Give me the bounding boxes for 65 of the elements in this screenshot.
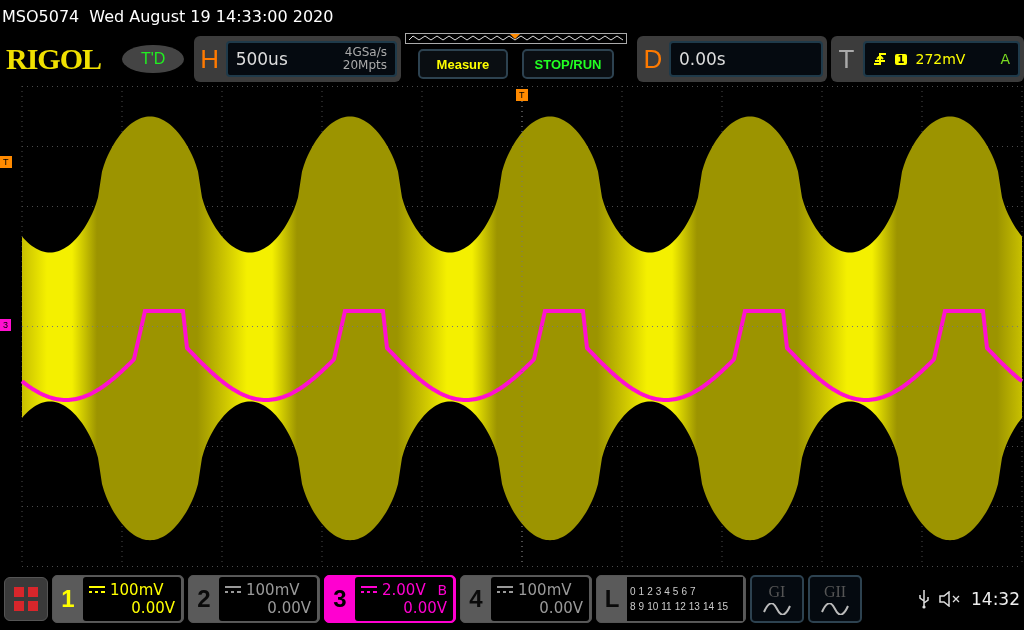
trigger-label: T bbox=[837, 43, 856, 75]
speaker-muted-icon bbox=[939, 591, 961, 607]
sample-rate: 4GSa/s bbox=[344, 46, 387, 59]
channel-number: 3 bbox=[332, 585, 348, 613]
logic-bit: 3 bbox=[655, 586, 662, 597]
bandwidth-limit-label: B bbox=[437, 582, 447, 598]
logic-bit: 4 bbox=[664, 586, 670, 597]
logic-bit: 11 bbox=[661, 601, 672, 612]
delay-label: D bbox=[642, 43, 664, 75]
channel-panel[interactable]: 2 100mV 0.00V bbox=[188, 575, 320, 623]
logic-bit: 8 bbox=[630, 601, 636, 612]
channel-number: 4 bbox=[468, 585, 484, 613]
delay-value: 0.00s bbox=[678, 49, 726, 69]
channel-offset: 0.00V bbox=[402, 599, 447, 617]
delay-panel[interactable]: D 0.00s bbox=[636, 36, 827, 82]
logic-bit: 15 bbox=[717, 601, 729, 612]
toolbar-button[interactable]: STOP/RUN bbox=[521, 49, 614, 79]
grid-squares-icon bbox=[13, 586, 39, 612]
trigger-level-marker[interactable]: T bbox=[0, 156, 12, 168]
logic-bit: 9 bbox=[638, 601, 645, 612]
menu-button[interactable] bbox=[4, 577, 48, 621]
channel-offset: 0.00V bbox=[130, 599, 175, 617]
channel-scale: 100mV bbox=[518, 581, 572, 599]
channel-number: 2 bbox=[196, 585, 212, 613]
trigger-position-marker[interactable]: T bbox=[516, 89, 528, 101]
channel-scale: 100mV bbox=[110, 581, 164, 599]
trigger-panel[interactable]: T 1 272mV A bbox=[830, 36, 1024, 82]
channel-offset: 0.00V bbox=[538, 599, 583, 617]
trigger-mode: A bbox=[1000, 51, 1010, 67]
logic-bit: 14 bbox=[702, 601, 714, 612]
run-state-badge: T'D bbox=[122, 45, 184, 73]
channel-marker[interactable]: 3 bbox=[0, 319, 11, 331]
logic-label: L bbox=[603, 585, 621, 613]
logic-bit: 2 bbox=[647, 586, 653, 597]
toolbar-button[interactable]: Measure bbox=[417, 49, 508, 79]
timebase-value: 500us bbox=[235, 49, 288, 69]
sine-wave-icon bbox=[763, 603, 791, 615]
logic-panel[interactable]: L 0 1 2 3 4 5 6 7 8 9 10 11 12 13 14 15 bbox=[596, 575, 746, 623]
channel-scale: 2.00V bbox=[382, 581, 426, 599]
usb-icon bbox=[919, 589, 929, 609]
channel-panel[interactable]: 1 100mV 0.00V bbox=[52, 575, 184, 623]
logic-bit: 0 bbox=[630, 586, 636, 597]
logic-bit: 13 bbox=[688, 601, 700, 612]
logic-bit: 5 bbox=[672, 586, 679, 597]
date-time: Wed August 19 14:33:00 2020 bbox=[89, 6, 334, 26]
channel-number: 1 bbox=[60, 585, 76, 613]
brand-logo: RIGOL bbox=[6, 42, 103, 76]
clock-time: 14:32 bbox=[971, 589, 1020, 609]
rising-edge-icon bbox=[872, 52, 887, 66]
model-name: MSO5074 bbox=[2, 6, 80, 26]
logic-bit: 12 bbox=[674, 601, 686, 612]
channel-scale: 100mV bbox=[246, 581, 300, 599]
horizontal-label: H bbox=[199, 43, 221, 75]
logic-bit: 10 bbox=[647, 601, 659, 612]
channel-panel[interactable]: 4 100mV 0.00V bbox=[460, 575, 592, 623]
trigger-level: 272mV bbox=[915, 51, 966, 67]
logic-bit: 6 bbox=[681, 586, 687, 597]
logic-bit: 1 bbox=[638, 586, 645, 597]
logic-bit: 7 bbox=[689, 586, 696, 597]
horizontal-panel[interactable]: H 500us 4GSa/s 20Mpts bbox=[193, 36, 401, 82]
trigger-source: 1 bbox=[894, 53, 908, 65]
channel-offset: 0.00V bbox=[266, 599, 311, 617]
sine-wave-icon bbox=[821, 603, 849, 615]
channel-panel[interactable]: 3 2.00V B 0.00V bbox=[324, 575, 456, 623]
memory-depth: 20Mpts bbox=[342, 59, 387, 72]
